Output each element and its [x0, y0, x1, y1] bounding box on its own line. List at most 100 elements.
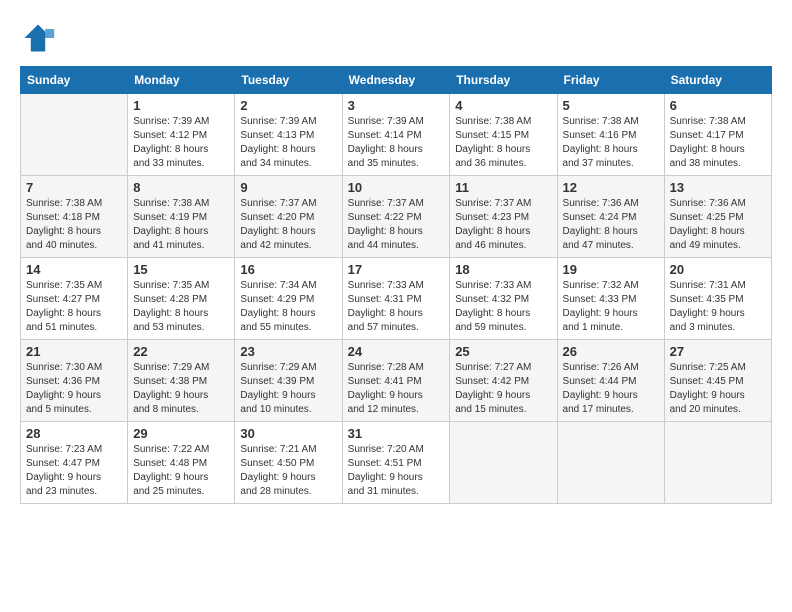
day-cell: [21, 94, 128, 176]
day-info: Sunrise: 7:28 AMSunset: 4:41 PMDaylight:…: [348, 361, 445, 417]
day-cell: 21Sunrise: 7:30 AMSunset: 4:36 PMDayligh…: [21, 340, 128, 422]
day-cell: 26 Sunrise: 7:26 AMSunset: 4:44 PMDayligh…: [557, 340, 664, 422]
day-number: 17: [348, 262, 445, 277]
day-cell: 27 Sunrise: 7:25 AMSunset: 4:45 PMDayligh…: [664, 340, 771, 422]
day-cell: 20 Sunrise: 7:31 AMSunset: 4:35 PMDayligh…: [664, 258, 771, 340]
day-number: 27: [670, 344, 766, 359]
day-info: Sunrise: 7:22 AMSunset: 4:48 PMDaylight:…: [133, 443, 229, 499]
day-info: Sunrise: 7:39 AMSunset: 4:12 PMDaylight:…: [133, 115, 229, 171]
day-cell: 4Sunrise: 7:38 AMSunset: 4:15 PMDaylight…: [450, 94, 557, 176]
day-cell: 24 Sunrise: 7:28 AMSunset: 4:41 PMDayligh…: [342, 340, 450, 422]
day-info: Sunrise: 7:38 AMSunset: 4:19 PMDaylight:…: [133, 197, 229, 253]
day-info: Sunrise: 7:36 AMSunset: 4:24 PMDaylight:…: [563, 197, 659, 253]
day-number: 2: [240, 98, 336, 113]
day-info: Sunrise: 7:39 AMSunset: 4:14 PMDaylight:…: [348, 115, 445, 171]
day-cell: 22 Sunrise: 7:29 AMSunset: 4:38 PMDayligh…: [128, 340, 235, 422]
calendar-table: SundayMondayTuesdayWednesdayThursdayFrid…: [20, 66, 772, 504]
day-info: Sunrise: 7:39 AMSunset: 4:13 PMDaylight:…: [240, 115, 336, 171]
day-info: Sunrise: 7:32 AMSunset: 4:33 PMDaylight:…: [563, 279, 659, 335]
day-info: Sunrise: 7:38 AMSunset: 4:17 PMDaylight:…: [670, 115, 766, 171]
day-number: 13: [670, 180, 766, 195]
day-info: Sunrise: 7:34 AMSunset: 4:29 PMDaylight:…: [240, 279, 336, 335]
calendar-header-row: SundayMondayTuesdayWednesdayThursdayFrid…: [21, 67, 772, 94]
day-cell: 10Sunrise: 7:37 AMSunset: 4:22 PMDayligh…: [342, 176, 450, 258]
day-cell: [664, 422, 771, 504]
day-cell: 15 Sunrise: 7:35 AMSunset: 4:28 PMDayligh…: [128, 258, 235, 340]
day-number: 24: [348, 344, 445, 359]
day-number: 15: [133, 262, 229, 277]
day-number: 6: [670, 98, 766, 113]
day-info: Sunrise: 7:38 AMSunset: 4:18 PMDaylight:…: [26, 197, 122, 253]
day-cell: 12 Sunrise: 7:36 AMSunset: 4:24 PMDayligh…: [557, 176, 664, 258]
week-row-5: 28 Sunrise: 7:23 AMSunset: 4:47 PMDayligh…: [21, 422, 772, 504]
day-number: 20: [670, 262, 766, 277]
day-info: Sunrise: 7:29 AMSunset: 4:39 PMDaylight:…: [240, 361, 336, 417]
day-info: Sunrise: 7:23 AMSunset: 4:47 PMDaylight:…: [26, 443, 122, 499]
day-info: Sunrise: 7:30 AMSunset: 4:36 PMDaylight:…: [26, 361, 122, 417]
page-header: [20, 20, 772, 56]
day-cell: 16 Sunrise: 7:34 AMSunset: 4:29 PMDayligh…: [235, 258, 342, 340]
day-info: Sunrise: 7:33 AMSunset: 4:32 PMDaylight:…: [455, 279, 551, 335]
week-row-2: 7 Sunrise: 7:38 AMSunset: 4:18 PMDaylight…: [21, 176, 772, 258]
day-cell: 5 Sunrise: 7:38 AMSunset: 4:16 PMDaylight…: [557, 94, 664, 176]
day-info: Sunrise: 7:35 AMSunset: 4:28 PMDaylight:…: [133, 279, 229, 335]
day-cell: 1Sunrise: 7:39 AMSunset: 4:12 PMDaylight…: [128, 94, 235, 176]
day-cell: 25 Sunrise: 7:27 AMSunset: 4:42 PMDayligh…: [450, 340, 557, 422]
day-info: Sunrise: 7:26 AMSunset: 4:44 PMDaylight:…: [563, 361, 659, 417]
day-cell: 29Sunrise: 7:22 AMSunset: 4:48 PMDayligh…: [128, 422, 235, 504]
day-info: Sunrise: 7:21 AMSunset: 4:50 PMDaylight:…: [240, 443, 336, 499]
logo-icon: [20, 20, 56, 56]
day-cell: 17 Sunrise: 7:33 AMSunset: 4:31 PMDayligh…: [342, 258, 450, 340]
day-cell: 23Sunrise: 7:29 AMSunset: 4:39 PMDayligh…: [235, 340, 342, 422]
day-cell: 2 Sunrise: 7:39 AMSunset: 4:13 PMDaylight…: [235, 94, 342, 176]
logo: [20, 20, 60, 56]
day-cell: 19 Sunrise: 7:32 AMSunset: 4:33 PMDayligh…: [557, 258, 664, 340]
day-cell: 18 Sunrise: 7:33 AMSunset: 4:32 PMDayligh…: [450, 258, 557, 340]
day-cell: 6 Sunrise: 7:38 AMSunset: 4:17 PMDaylight…: [664, 94, 771, 176]
day-cell: 7 Sunrise: 7:38 AMSunset: 4:18 PMDaylight…: [21, 176, 128, 258]
week-row-3: 14Sunrise: 7:35 AMSunset: 4:27 PMDayligh…: [21, 258, 772, 340]
day-info: Sunrise: 7:20 AMSunset: 4:51 PMDaylight:…: [348, 443, 445, 499]
day-cell: 14Sunrise: 7:35 AMSunset: 4:27 PMDayligh…: [21, 258, 128, 340]
day-number: 30: [240, 426, 336, 441]
day-info: Sunrise: 7:35 AMSunset: 4:27 PMDaylight:…: [26, 279, 122, 335]
header-thursday: Thursday: [450, 67, 557, 94]
day-cell: 8 Sunrise: 7:38 AMSunset: 4:19 PMDaylight…: [128, 176, 235, 258]
day-number: 12: [563, 180, 659, 195]
day-cell: 30 Sunrise: 7:21 AMSunset: 4:50 PMDayligh…: [235, 422, 342, 504]
day-info: Sunrise: 7:37 AMSunset: 4:20 PMDaylight:…: [240, 197, 336, 253]
day-number: 5: [563, 98, 659, 113]
day-number: 19: [563, 262, 659, 277]
header-wednesday: Wednesday: [342, 67, 450, 94]
header-sunday: Sunday: [21, 67, 128, 94]
day-number: 11: [455, 180, 551, 195]
day-info: Sunrise: 7:25 AMSunset: 4:45 PMDaylight:…: [670, 361, 766, 417]
day-info: Sunrise: 7:31 AMSunset: 4:35 PMDaylight:…: [670, 279, 766, 335]
day-number: 10: [348, 180, 445, 195]
day-number: 4: [455, 98, 551, 113]
day-number: 3: [348, 98, 445, 113]
day-cell: 13 Sunrise: 7:36 AMSunset: 4:25 PMDayligh…: [664, 176, 771, 258]
day-number: 25: [455, 344, 551, 359]
day-number: 7: [26, 180, 122, 195]
day-number: 26: [563, 344, 659, 359]
day-info: Sunrise: 7:33 AMSunset: 4:31 PMDaylight:…: [348, 279, 445, 335]
day-number: 16: [240, 262, 336, 277]
day-info: Sunrise: 7:27 AMSunset: 4:42 PMDaylight:…: [455, 361, 551, 417]
header-monday: Monday: [128, 67, 235, 94]
header-saturday: Saturday: [664, 67, 771, 94]
day-cell: 31Sunrise: 7:20 AMSunset: 4:51 PMDayligh…: [342, 422, 450, 504]
day-number: 22: [133, 344, 229, 359]
day-info: Sunrise: 7:36 AMSunset: 4:25 PMDaylight:…: [670, 197, 766, 253]
day-cell: 3 Sunrise: 7:39 AMSunset: 4:14 PMDaylight…: [342, 94, 450, 176]
day-cell: [450, 422, 557, 504]
day-number: 18: [455, 262, 551, 277]
day-cell: [557, 422, 664, 504]
day-info: Sunrise: 7:38 AMSunset: 4:16 PMDaylight:…: [563, 115, 659, 171]
week-row-1: 1Sunrise: 7:39 AMSunset: 4:12 PMDaylight…: [21, 94, 772, 176]
day-number: 8: [133, 180, 229, 195]
day-info: Sunrise: 7:29 AMSunset: 4:38 PMDaylight:…: [133, 361, 229, 417]
day-cell: 11 Sunrise: 7:37 AMSunset: 4:23 PMDayligh…: [450, 176, 557, 258]
day-number: 28: [26, 426, 122, 441]
day-info: Sunrise: 7:37 AMSunset: 4:23 PMDaylight:…: [455, 197, 551, 253]
